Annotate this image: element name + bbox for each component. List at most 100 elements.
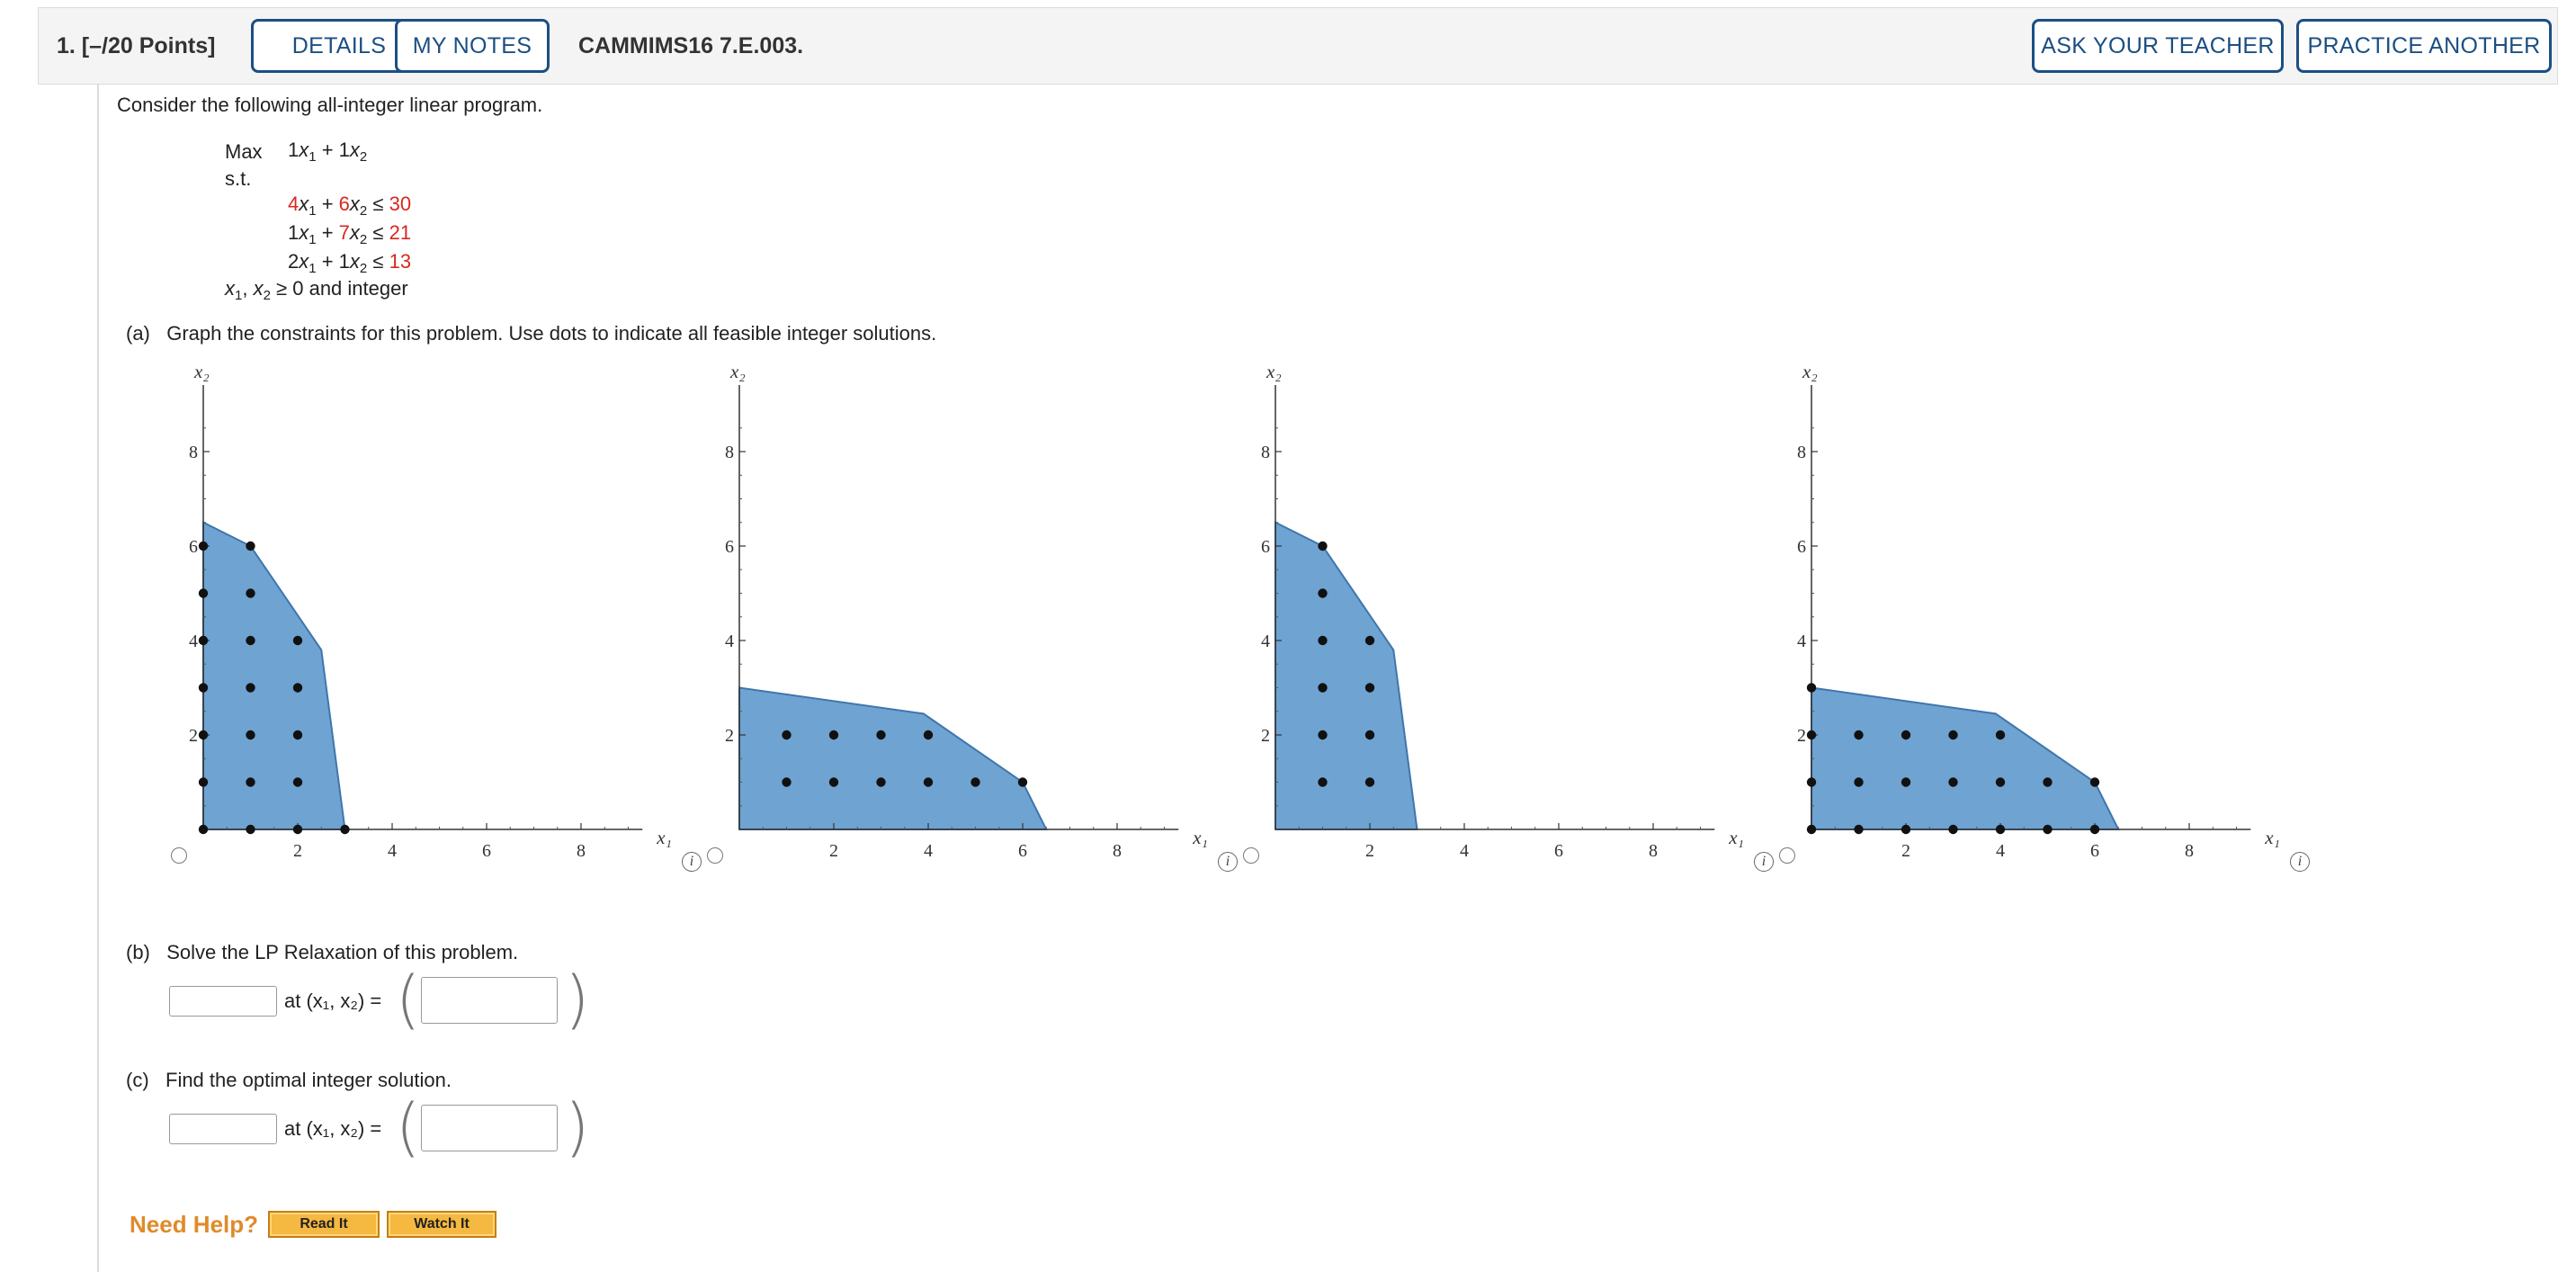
- x-tick-label: 2: [1901, 841, 1910, 861]
- ask-your-teacher-button[interactable]: ASK YOUR TEACHER: [2032, 19, 2284, 73]
- integer-point: [1948, 777, 1958, 787]
- y-tick-label: 6: [189, 537, 198, 557]
- integer-point: [1806, 730, 1817, 740]
- content-left-border: [97, 85, 99, 1272]
- integer-point: [292, 777, 303, 787]
- x-tick-label: 8: [577, 841, 586, 861]
- integer-point: [198, 541, 209, 551]
- y-axis-label: x₂: [193, 361, 210, 382]
- lp-relaxation-point-input[interactable]: [421, 977, 558, 1024]
- integer-point: [246, 541, 255, 551]
- y-tick-label: 4: [1261, 632, 1270, 651]
- graph-3-info-icon[interactable]: i: [1754, 852, 1774, 872]
- integer-point: [246, 588, 255, 598]
- integer-point: [1318, 730, 1328, 740]
- lp-relaxation-value-input[interactable]: [169, 986, 277, 1017]
- my-notes-button[interactable]: MY NOTES: [395, 19, 550, 73]
- x-axis-label: x₁: [1728, 827, 1744, 848]
- integer-point: [198, 635, 209, 646]
- x-axis-label: x₁: [1192, 827, 1208, 848]
- graph-option-3-radio[interactable]: [1243, 847, 1259, 864]
- part-b-prompt: (b) Solve the LP Relaxation of this prob…: [126, 941, 519, 963]
- integer-point: [292, 730, 303, 740]
- graph-option-3: 2 4 6 8 2 4 6 8 x₁ x₂: [1261, 361, 1744, 861]
- x-tick-label: 4: [1996, 841, 2005, 861]
- graph-1-info-icon[interactable]: i: [682, 852, 702, 872]
- x-tick-label: 8: [1113, 841, 1122, 861]
- x-tick-label: 4: [924, 841, 933, 861]
- question-number: 1. [–/20 Points]: [57, 33, 216, 58]
- constraint-3: 2x1 + 1x2 ≤ 13: [288, 250, 412, 276]
- part-c-at-label: at (x₁, x₂) =: [284, 1117, 382, 1140]
- x-tick-label: 4: [388, 841, 397, 861]
- question-code: CAMMIMS16 7.E.003.: [578, 33, 804, 58]
- integer-point: [1318, 683, 1328, 693]
- y-tick-label: 6: [1797, 537, 1806, 557]
- problem-intro: Consider the following all-integer linea…: [117, 94, 543, 116]
- x-tick-label: 6: [1018, 841, 1027, 861]
- integer-point: [292, 824, 303, 835]
- x-tick-label: 4: [1460, 841, 1469, 861]
- graph-option-2-radio[interactable]: [707, 847, 723, 864]
- graph-4-info-icon[interactable]: i: [2290, 852, 2310, 872]
- integer-point: [828, 777, 839, 787]
- optimal-integer-value-input[interactable]: [169, 1114, 277, 1144]
- graph-option-4-radio[interactable]: [1779, 847, 1795, 864]
- watch-it-button[interactable]: Watch It: [387, 1211, 496, 1238]
- integer-point: [2043, 777, 2053, 787]
- integer-point: [1318, 635, 1328, 646]
- objective-function: 1x1 + 1x2: [288, 139, 368, 165]
- integer-point: [1901, 777, 1911, 787]
- feasible-region: [202, 521, 346, 830]
- integer-point: [1901, 824, 1911, 835]
- x-tick-label: 6: [2090, 841, 2099, 861]
- graph-option-1: 2 4 6 8 2 4 6 8 x₁ x₂: [189, 361, 672, 861]
- x-tick-label: 8: [1649, 841, 1658, 861]
- graph-option-4: 2 4 6 8 2 4 6 8 x₁ x₂: [1797, 361, 2280, 861]
- constraint-1: 4x1 + 6x2 ≤ 30: [288, 193, 412, 219]
- integer-point: [1854, 730, 1864, 740]
- integer-point: [876, 777, 886, 787]
- integer-point: [876, 730, 886, 740]
- integer-point: [246, 683, 255, 693]
- practice-another-button[interactable]: PRACTICE ANOTHER: [2296, 19, 2552, 73]
- integer-point: [1318, 541, 1328, 551]
- integer-point: [1364, 777, 1375, 787]
- graph-option-1-radio[interactable]: [171, 847, 187, 864]
- optimal-integer-point-input[interactable]: [421, 1105, 558, 1151]
- y-tick-label: 8: [1797, 443, 1806, 462]
- x-axis-label: x₁: [656, 827, 672, 848]
- integer-point: [1318, 588, 1328, 598]
- st-label: s.t.: [225, 167, 252, 190]
- y-tick-label: 2: [1261, 726, 1270, 746]
- integer-point: [246, 777, 255, 787]
- read-it-button[interactable]: Read It: [268, 1211, 380, 1238]
- integer-point: [782, 777, 792, 787]
- integer-point: [1806, 777, 1817, 787]
- x-tick-label: 2: [829, 841, 838, 861]
- integer-point: [246, 730, 255, 740]
- part-c-close-paren: ): [565, 1090, 590, 1164]
- integer-point: [1995, 824, 2006, 835]
- y-tick-label: 4: [725, 632, 734, 651]
- graph-2-info-icon[interactable]: i: [1218, 852, 1238, 872]
- feasible-region: [738, 686, 1048, 830]
- integer-point: [1854, 824, 1864, 835]
- integer-point: [198, 824, 209, 835]
- integer-point: [2043, 824, 2053, 835]
- x-tick-label: 8: [2185, 841, 2194, 861]
- y-tick-label: 8: [1261, 443, 1270, 462]
- part-a-prompt: (a) Graph the constraints for this probl…: [126, 322, 937, 345]
- y-tick-label: 2: [189, 726, 198, 746]
- integer-point: [923, 730, 934, 740]
- max-label: Max: [225, 140, 263, 163]
- part-b-at-label: at (x₁, x₂) =: [284, 990, 382, 1012]
- x-tick-label: 2: [293, 841, 302, 861]
- integer-point: [1901, 730, 1911, 740]
- integer-point: [1806, 824, 1817, 835]
- need-help-label: Need Help?: [130, 1211, 259, 1238]
- integer-point: [292, 635, 303, 646]
- y-tick-label: 4: [189, 632, 198, 651]
- y-tick-label: 2: [1797, 726, 1806, 746]
- integer-point: [198, 683, 209, 693]
